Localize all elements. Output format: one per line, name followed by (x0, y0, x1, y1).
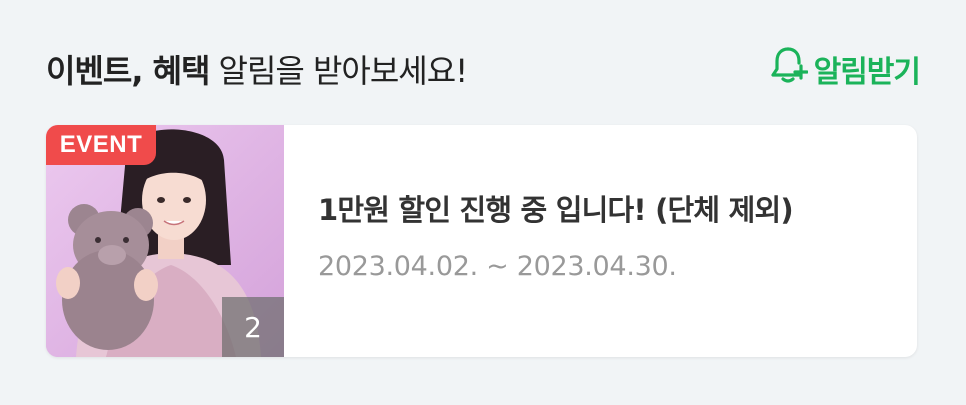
event-thumbnail: EVENT 2 (46, 125, 284, 357)
subscribe-label: 알림받기 (813, 55, 921, 90)
event-card[interactable]: EVENT 2 1만원 할인 진행 중 입니다! (단체 제외) 2023.04… (46, 125, 917, 357)
event-title: 1만원 할인 진행 중 입니다! (단체 제외) (318, 193, 794, 227)
event-info: 1만원 할인 진행 중 입니다! (단체 제외) 2023.04.02. ~ 2… (318, 187, 794, 282)
section-title: 이벤트, 혜택 알림을 받아보세요! (46, 44, 469, 94)
section-title-normal: 알림을 받아보세요! (218, 52, 469, 90)
section-title-bold: 이벤트, 혜택 (46, 52, 210, 90)
bell-plus-icon (768, 45, 814, 93)
subscribe-notification-button[interactable]: 알림받기 (768, 44, 921, 94)
event-badge: EVENT (46, 125, 156, 165)
image-count-badge: 2 (222, 297, 284, 357)
event-period: 2023.04.02. ~ 2023.04.30. (318, 251, 677, 282)
event-notice-section: 이벤트, 혜택 알림을 받아보세요! 알림받기 EVENT 2 1만원 할인 진… (0, 0, 966, 405)
